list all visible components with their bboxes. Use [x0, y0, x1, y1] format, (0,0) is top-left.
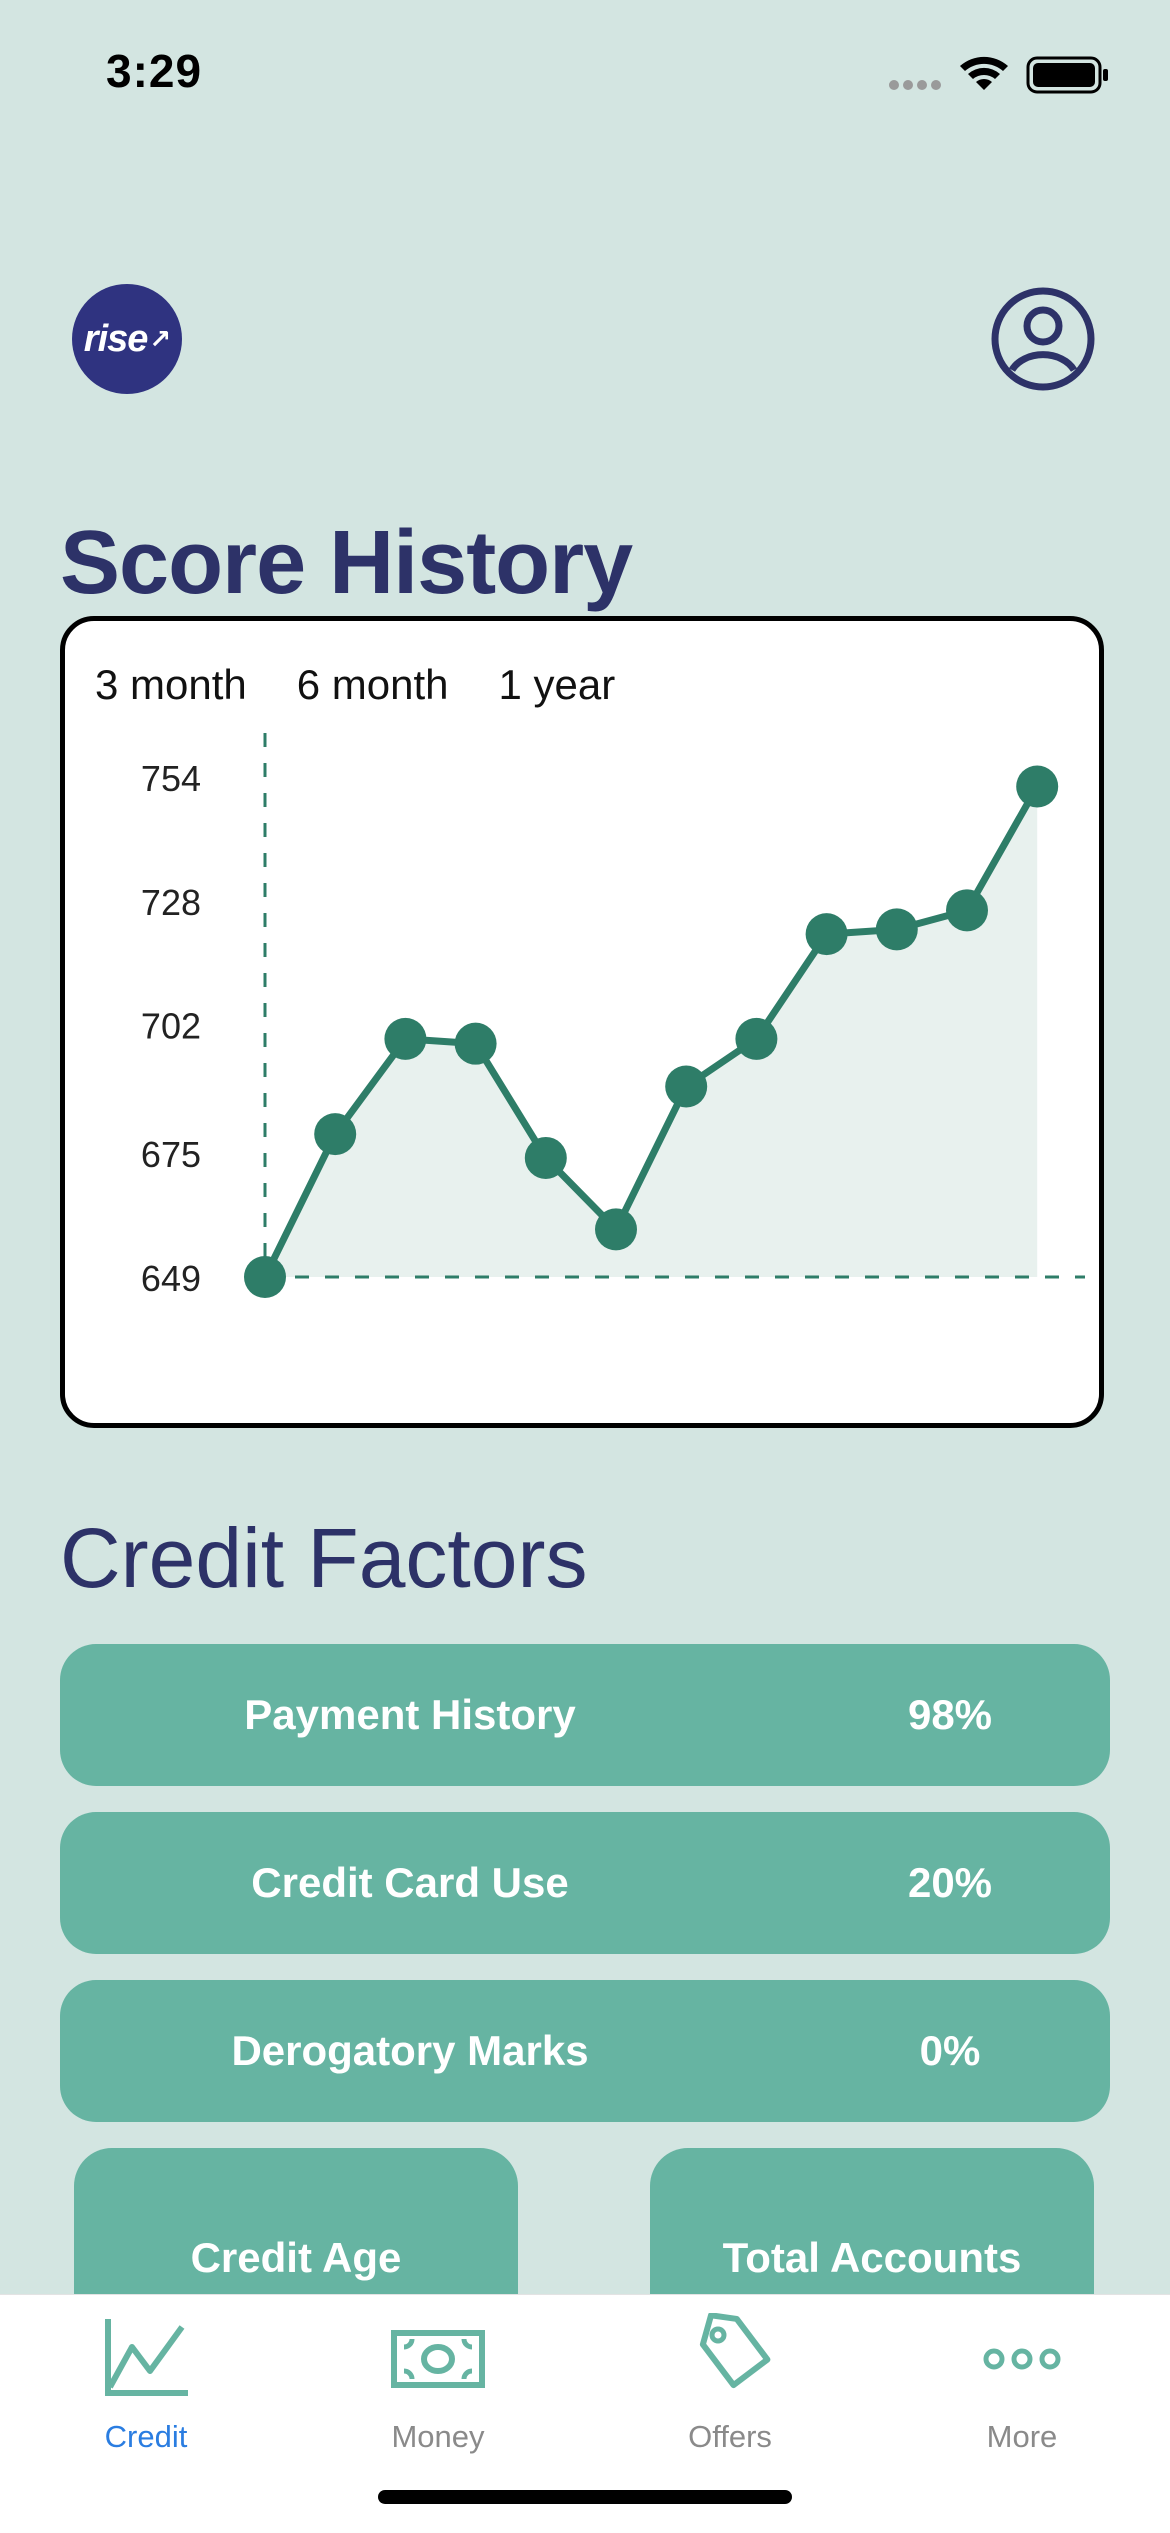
logo-text: rise: [83, 317, 149, 360]
status-time: 3:29: [106, 45, 203, 97]
tab-credit[interactable]: Credit: [0, 2295, 292, 2455]
chart-icon: [105, 2319, 188, 2396]
factor-value: 98%: [907, 1691, 993, 1738]
factor-payment-history[interactable]: Payment History 98%: [60, 1644, 1110, 1786]
factor-label: Derogatory Marks: [231, 2027, 589, 2074]
cellular-signal-icon: [889, 80, 941, 90]
score-point: [665, 1065, 708, 1108]
factor-derogatory-marks[interactable]: Derogatory Marks 0%: [60, 1980, 1110, 2122]
y-tick-label: 649: [141, 1258, 201, 1299]
tile-label: Total Accounts: [722, 2234, 1022, 2281]
score-point: [314, 1113, 357, 1156]
tab-3-month[interactable]: 3 month: [95, 661, 247, 709]
more-icon: [983, 2348, 1061, 2370]
score-point: [454, 1022, 497, 1065]
score-point: [595, 1208, 637, 1251]
score-point: [946, 889, 988, 932]
score-point: [244, 1256, 286, 1298]
score-point: [875, 908, 918, 951]
tab-money[interactable]: Money: [292, 2295, 584, 2455]
factor-label: Payment History: [244, 1691, 576, 1738]
score-point: [384, 1017, 427, 1060]
score-point: [1016, 765, 1059, 808]
y-tick-label: 754: [141, 758, 201, 799]
factor-value: 0%: [919, 2027, 981, 2074]
y-tick-label: 702: [141, 1006, 201, 1047]
factor-value: 20%: [907, 1859, 993, 1906]
score-history-title: Score History: [60, 513, 633, 613]
score-point: [735, 1017, 778, 1060]
score-point: [805, 913, 848, 956]
wifi-icon: [960, 56, 1008, 90]
score-chart-card: 754 728 702 675 649 3 month 6 month 1 year: [60, 616, 1104, 1428]
battery-icon: [1026, 56, 1108, 94]
tab-label: Offers: [688, 2419, 772, 2454]
tab-6-month[interactable]: 6 month: [297, 661, 449, 709]
y-tick-label: 675: [141, 1134, 201, 1175]
factor-credit-card-use[interactable]: Credit Card Use 20%: [60, 1812, 1110, 1954]
rise-logo: rise ↗: [72, 284, 182, 394]
tab-label: Credit: [104, 2419, 188, 2454]
tab-offers[interactable]: Offers: [584, 2295, 876, 2455]
credit-factors-title: Credit Factors: [60, 1511, 588, 1605]
chart-area: [265, 786, 1038, 1277]
y-tick-label: 728: [141, 882, 201, 923]
tile-label: Credit Age: [190, 2234, 402, 2281]
home-indicator: [378, 2490, 792, 2504]
status-icons: [889, 56, 1108, 94]
tab-label: More: [986, 2419, 1058, 2454]
arrow-up-right-icon: ↗: [149, 323, 171, 354]
banknote-icon: [391, 2330, 485, 2388]
tag-icon: [699, 2313, 771, 2389]
range-tabs: 3 month 6 month 1 year: [95, 661, 615, 709]
score-point: [524, 1136, 567, 1179]
tab-1-year[interactable]: 1 year: [499, 661, 616, 709]
factor-label: Credit Card Use: [251, 1859, 569, 1906]
score-chart: 754 728 702 675 649: [141, 733, 1085, 1299]
tab-more[interactable]: More: [876, 2295, 1168, 2455]
tab-label: Money: [391, 2419, 485, 2454]
profile-icon[interactable]: [990, 286, 1096, 392]
